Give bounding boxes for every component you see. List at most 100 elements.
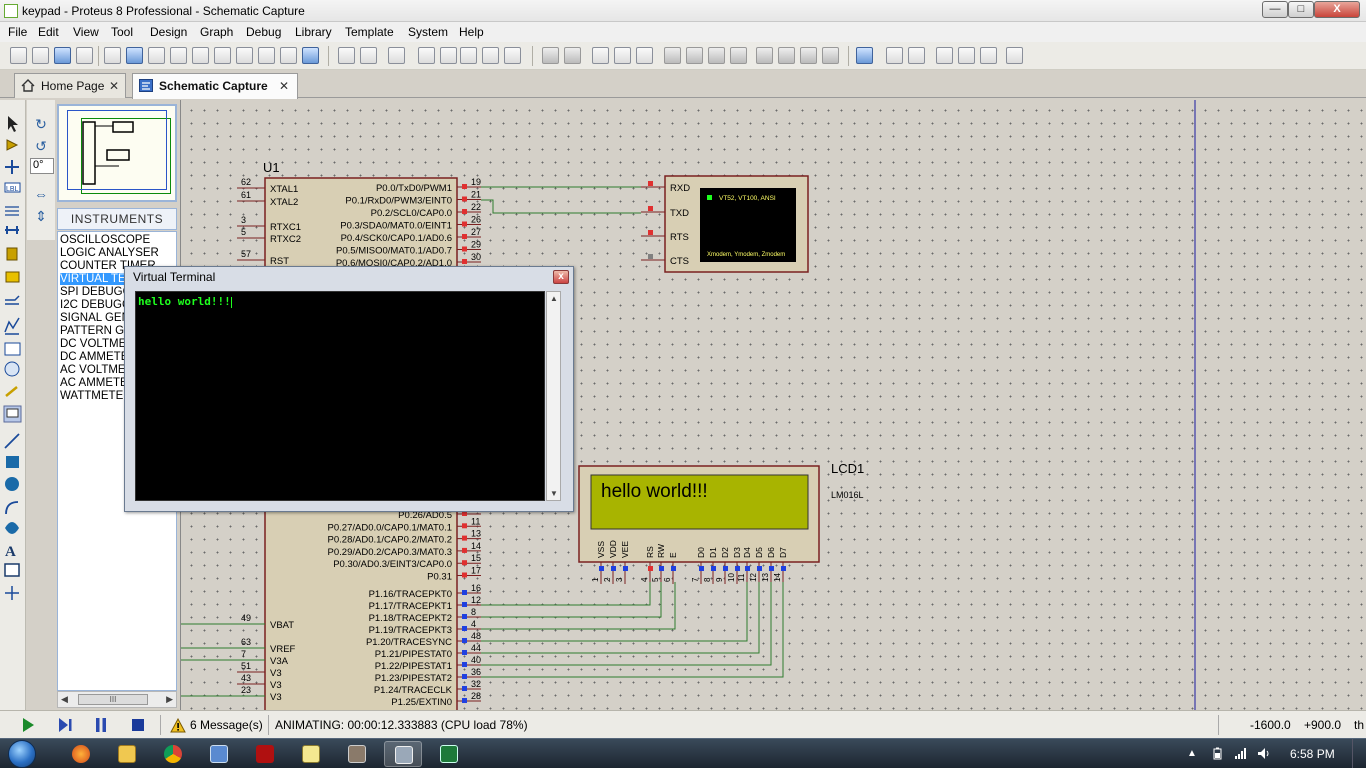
generator-mode-icon[interactable]	[4, 361, 20, 377]
mirror-horizontal-icon[interactable]: ⇔	[33, 186, 49, 202]
text-script-icon[interactable]	[5, 206, 19, 216]
start-button[interactable]	[8, 740, 36, 768]
help-icon[interactable]	[302, 47, 319, 64]
network-signal-icon[interactable]	[1234, 747, 1247, 760]
menu-debug[interactable]: Debug	[246, 25, 281, 39]
zoom-in-icon[interactable]	[440, 47, 457, 64]
2d-path-icon[interactable]	[5, 522, 19, 534]
scroll-up-icon[interactable]: ▲	[550, 294, 558, 303]
scroll-right-icon[interactable]: ▶	[166, 694, 173, 705]
scroll-down-icon[interactable]: ▼	[550, 489, 558, 498]
search-tag-icon[interactable]	[886, 47, 903, 64]
decompose-icon[interactable]	[822, 47, 839, 64]
schematic-icon[interactable]	[126, 47, 143, 64]
system-clock[interactable]: 6:58 PM	[1290, 747, 1335, 761]
origin-icon[interactable]	[388, 47, 405, 64]
taskbar-app-window[interactable]	[200, 741, 238, 767]
message-count[interactable]: 6 Message(s)	[190, 718, 263, 732]
mirror-vertical-icon[interactable]: ⇕	[33, 208, 49, 224]
tab-home-close-icon[interactable]: ✕	[109, 79, 119, 93]
step-icon[interactable]	[57, 717, 73, 733]
voltage-probe-icon[interactable]	[5, 386, 18, 397]
virtual-terminal-screen[interactable]: hello world!!!	[135, 291, 545, 501]
2d-symbol-icon[interactable]	[4, 563, 20, 577]
minimize-button[interactable]: —	[1262, 1, 1288, 18]
volume-icon[interactable]	[1257, 747, 1270, 760]
scroll-left-icon[interactable]: ◀	[61, 694, 68, 705]
3d-view-icon[interactable]	[170, 47, 187, 64]
home-icon[interactable]	[104, 47, 121, 64]
menu-help[interactable]: Help	[459, 25, 484, 39]
refresh-icon[interactable]	[338, 47, 355, 64]
close-window-button[interactable]: X	[1314, 1, 1360, 18]
save-icon[interactable]	[54, 47, 71, 64]
overview-window[interactable]	[57, 104, 177, 202]
tray-expand-icon[interactable]: ▲	[1187, 748, 1197, 759]
remove-sheet-icon[interactable]	[958, 47, 975, 64]
2d-arc-icon[interactable]	[5, 501, 19, 515]
netlist-icon[interactable]	[1006, 47, 1023, 64]
component-mode-icon[interactable]	[6, 139, 19, 151]
menu-template[interactable]: Template	[345, 25, 394, 39]
junction-dot-icon[interactable]	[5, 160, 19, 174]
zoom-area-icon[interactable]	[504, 47, 521, 64]
selection-mode-icon[interactable]	[8, 116, 18, 132]
redo-icon[interactable]	[564, 47, 581, 64]
tape-recorder-icon[interactable]	[4, 342, 21, 356]
taskbar-chrome[interactable]	[154, 741, 192, 767]
wire-autorouter-icon[interactable]	[856, 47, 873, 64]
undo-icon[interactable]	[542, 47, 559, 64]
terminals-icon[interactable]	[5, 271, 20, 283]
taskbar-proteus[interactable]	[384, 741, 422, 767]
menu-system[interactable]: System	[408, 25, 448, 39]
instrument-wattmeter[interactable]: WATTMETER	[60, 390, 132, 402]
warning-icon[interactable]	[170, 718, 186, 734]
rotate-anticlockwise-icon[interactable]: ↺	[33, 138, 49, 154]
menu-design[interactable]: Design	[150, 25, 187, 39]
pan-icon[interactable]	[418, 47, 435, 64]
instrument-oscilloscope[interactable]: OSCILLOSCOPE	[60, 234, 150, 246]
block-copy-icon[interactable]	[664, 47, 681, 64]
paste-icon[interactable]	[636, 47, 653, 64]
2d-circle-icon[interactable]	[5, 477, 19, 491]
import-icon[interactable]	[76, 47, 93, 64]
design-explorer-icon[interactable]	[214, 47, 231, 64]
packaging-tool-icon[interactable]	[800, 47, 817, 64]
2d-box-icon[interactable]	[6, 456, 19, 468]
pcb-icon[interactable]	[148, 47, 165, 64]
cut-icon[interactable]	[592, 47, 609, 64]
tab-schematic-capture[interactable]: Schematic Capture ✕	[132, 73, 298, 99]
menu-edit[interactable]: Edit	[38, 25, 59, 39]
taskbar-excel[interactable]	[430, 741, 468, 767]
subcircuit-icon[interactable]	[6, 247, 18, 261]
pick-device-icon[interactable]	[756, 47, 773, 64]
block-delete-icon[interactable]	[730, 47, 747, 64]
device-pins-icon[interactable]	[5, 295, 20, 305]
copy-icon[interactable]	[614, 47, 631, 64]
buses-icon[interactable]	[5, 226, 19, 234]
2d-text-icon[interactable]: A	[5, 544, 16, 560]
taskbar-acrobat[interactable]	[246, 741, 284, 767]
pause-icon[interactable]	[93, 717, 109, 733]
property-assignment-icon[interactable]	[908, 47, 925, 64]
instruments-hscroll[interactable]: ◀ III ▶	[57, 691, 177, 708]
virtual-terminal-vscroll[interactable]: ▲ ▼	[546, 291, 561, 501]
notes-icon[interactable]	[280, 47, 297, 64]
instrument-logic-analyser[interactable]: LOGIC ANALYSER	[60, 247, 159, 259]
rotate-clockwise-icon[interactable]: ↻	[33, 116, 49, 132]
battery-icon[interactable]	[1211, 747, 1224, 760]
zoom-out-icon[interactable]	[460, 47, 477, 64]
stop-icon[interactable]	[130, 717, 146, 733]
2d-line-icon[interactable]	[4, 433, 20, 449]
taskbar-firefox[interactable]	[62, 741, 100, 767]
grid-toggle-icon[interactable]	[360, 47, 377, 64]
source-code-icon[interactable]	[258, 47, 275, 64]
menu-file[interactable]: File	[8, 25, 27, 39]
play-icon[interactable]	[20, 717, 36, 733]
2d-marker-icon[interactable]	[5, 586, 19, 600]
graph-mode-icon[interactable]	[4, 317, 20, 335]
zoom-all-icon[interactable]	[482, 47, 499, 64]
virtual-terminal-close-button[interactable]: x	[553, 270, 569, 284]
block-move-icon[interactable]	[686, 47, 703, 64]
block-rotate-icon[interactable]	[708, 47, 725, 64]
